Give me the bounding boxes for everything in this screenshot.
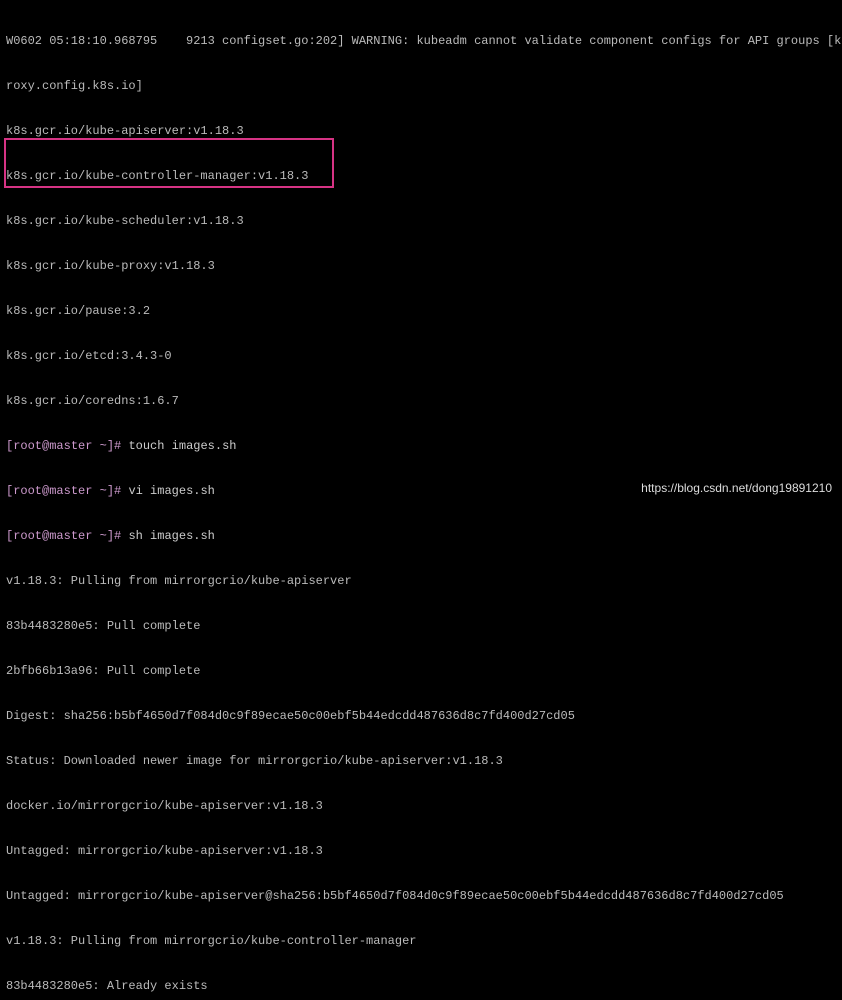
terminal-line: k8s.gcr.io/kube-proxy:v1.18.3 xyxy=(6,259,836,274)
terminal-line: Untagged: mirrorgcrio/kube-apiserver@sha… xyxy=(6,889,836,904)
terminal-line: v1.18.3: Pulling from mirrorgcrio/kube-a… xyxy=(6,574,836,589)
terminal-line: Digest: sha256:b5bf4650d7f084d0c9f89ecae… xyxy=(6,709,836,724)
terminal-line: 2bfb66b13a96: Pull complete xyxy=(6,664,836,679)
terminal-line: k8s.gcr.io/kube-apiserver:v1.18.3 xyxy=(6,124,836,139)
terminal-line: docker.io/mirrorgcrio/kube-apiserver:v1.… xyxy=(6,799,836,814)
terminal-line: W0602 05:18:10.968795 9213 configset.go:… xyxy=(6,34,836,49)
prompt-line: [root@master ~]# sh images.sh xyxy=(6,529,836,544)
terminal-line: Status: Downloaded newer image for mirro… xyxy=(6,754,836,769)
terminal-line: 83b4483280e5: Pull complete xyxy=(6,619,836,634)
watermark-text: https://blog.csdn.net/dong19891210 xyxy=(641,481,832,496)
highlight-annotation xyxy=(4,138,334,188)
terminal-line: k8s.gcr.io/coredns:1.6.7 xyxy=(6,394,836,409)
terminal-line: k8s.gcr.io/kube-scheduler:v1.18.3 xyxy=(6,214,836,229)
terminal-line: v1.18.3: Pulling from mirrorgcrio/kube-c… xyxy=(6,934,836,949)
terminal-line: 83b4483280e5: Already exists xyxy=(6,979,836,994)
terminal-line: k8s.gcr.io/etcd:3.4.3-0 xyxy=(6,349,836,364)
terminal-line: roxy.config.k8s.io] xyxy=(6,79,836,94)
terminal-line: Untagged: mirrorgcrio/kube-apiserver:v1.… xyxy=(6,844,836,859)
prompt-line: [root@master ~]# touch images.sh xyxy=(6,439,836,454)
terminal-line: k8s.gcr.io/pause:3.2 xyxy=(6,304,836,319)
